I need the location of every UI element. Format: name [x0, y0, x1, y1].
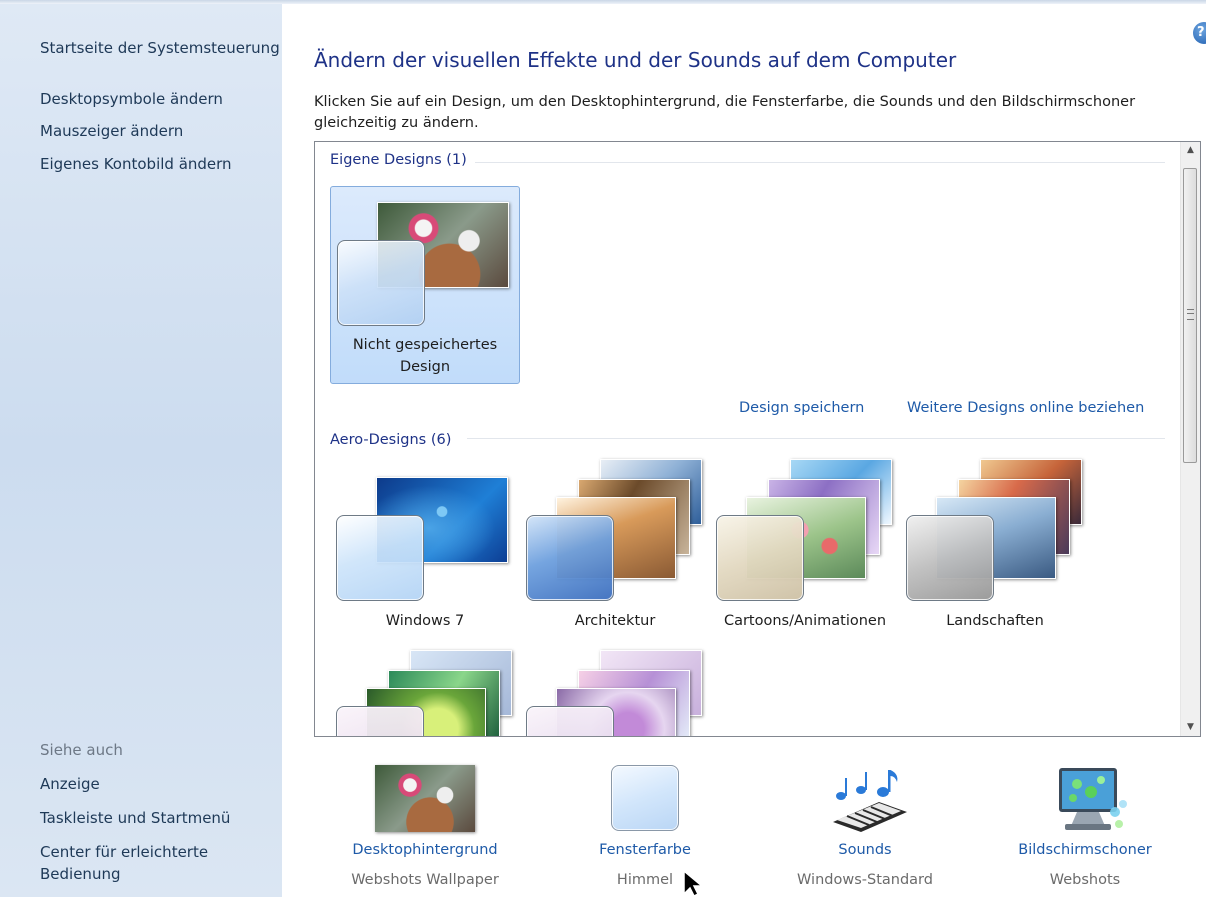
unsaved-design-label-line2: Design — [399, 359, 451, 375]
window-color-swatch — [611, 765, 679, 831]
page-description: Klicken Sie auf ein Design, um den Deskt… — [314, 92, 1174, 134]
sidebar-link-mouse-pointers[interactable]: Mauszeiger ändern — [40, 120, 183, 142]
desktop-background-link[interactable]: Desktophintergrund — [325, 842, 525, 858]
desktop-background-thumb — [375, 765, 475, 832]
design-architektur[interactable]: Architektur — [520, 459, 710, 657]
design-partial-scenes[interactable] — [520, 650, 710, 736]
glass-color-swatch — [526, 515, 614, 601]
glass-color-swatch — [336, 515, 424, 601]
design-windows-7[interactable]: Windows 7 — [330, 467, 520, 657]
help-icon[interactable]: ? — [1193, 22, 1206, 44]
desktop-background-option[interactable]: Desktophintergrund Webshots Wallpaper — [325, 762, 525, 892]
group-divider — [475, 162, 1165, 163]
design-gallery[interactable]: Eigene Designs (1) Nicht gespeichertes D… — [314, 141, 1201, 737]
scrollbar-thumb[interactable] — [1183, 168, 1197, 463]
see-also-ease-of-access-link-line2[interactable]: Bedienung — [40, 863, 120, 885]
design-label: Architektur — [574, 613, 656, 629]
window-color-option[interactable]: Fensterfarbe Himmel — [545, 762, 745, 892]
sidebar: Startseite der Systemsteuerung Desktopsy… — [0, 4, 282, 897]
glass-color-swatch — [906, 515, 994, 601]
scrollbar-grip — [1187, 309, 1194, 320]
window-color-link[interactable]: Fensterfarbe — [545, 842, 745, 858]
see-also-label: Siehe auch — [40, 741, 123, 759]
see-also-taskbar-link[interactable]: Taskleiste und Startmenü — [40, 807, 230, 829]
more-designs-online-link[interactable]: Weitere Designs online beziehen — [907, 400, 1144, 416]
glass-color-swatch — [716, 515, 804, 601]
sidebar-link-account-picture[interactable]: Eigenes Kontobild ändern — [40, 153, 232, 175]
glass-color-swatch — [526, 706, 614, 736]
music-notes-keyboard-icon — [833, 770, 907, 832]
unsaved-design-tile[interactable]: Nicht gespeichertes Design — [330, 186, 520, 384]
sounds-link[interactable]: Sounds — [765, 842, 965, 858]
monitor-bubbles-icon — [1059, 768, 1127, 830]
design-landschaften[interactable]: Landschaften — [900, 459, 1090, 657]
group-divider — [467, 438, 1165, 439]
design-label: Windows 7 — [385, 613, 465, 629]
description-line-1: Klicken Sie auf ein Design, um den Deskt… — [314, 94, 1136, 110]
design-cartoons-animationen[interactable]: Cartoons/Animationen — [710, 459, 900, 657]
screensaver-link[interactable]: Bildschirmschoner — [985, 842, 1185, 858]
my-designs-header: Eigene Designs (1) — [330, 152, 467, 168]
sidebar-link-desktop-icons[interactable]: Desktopsymbole ändern — [40, 88, 223, 110]
sounds-option[interactable]: Sounds Windows-Standard — [765, 762, 965, 892]
mouse-pointer-icon — [683, 870, 705, 897]
screensaver-option[interactable]: Bildschirmschoner Webshots — [985, 762, 1185, 892]
design-label: Cartoons/Animationen — [723, 613, 887, 629]
glass-color-swatch — [336, 706, 424, 736]
save-design-link[interactable]: Design speichern — [739, 400, 864, 416]
gallery-scrollbar[interactable]: ▲ ▼ — [1180, 142, 1200, 736]
page-title: Ändern der visuellen Effekte und der Sou… — [314, 48, 957, 72]
aero-designs-header: Aero-Designs (6) — [330, 432, 452, 448]
see-also-display-link[interactable]: Anzeige — [40, 773, 100, 795]
design-partial-nature[interactable] — [330, 650, 520, 736]
sounds-value: Windows-Standard — [797, 872, 933, 888]
scroll-down-arrow-icon[interactable]: ▼ — [1181, 719, 1200, 736]
scroll-up-arrow-icon[interactable]: ▲ — [1181, 142, 1200, 159]
glass-color-swatch — [337, 240, 425, 326]
unsaved-design-label-line1: Nicht gespeichertes — [352, 337, 498, 353]
design-label: Landschaften — [946, 613, 1044, 629]
window-color-value: Himmel — [616, 872, 674, 888]
control-panel-home-link[interactable]: Startseite der Systemsteuerung — [40, 37, 280, 59]
see-also-ease-of-access-link-line1[interactable]: Center für erleichterte — [40, 841, 208, 863]
screensaver-value: Webshots — [1049, 872, 1121, 888]
desktop-background-value: Webshots Wallpaper — [351, 872, 499, 888]
description-line-2: gleichzeitig zu ändern. — [314, 115, 479, 131]
